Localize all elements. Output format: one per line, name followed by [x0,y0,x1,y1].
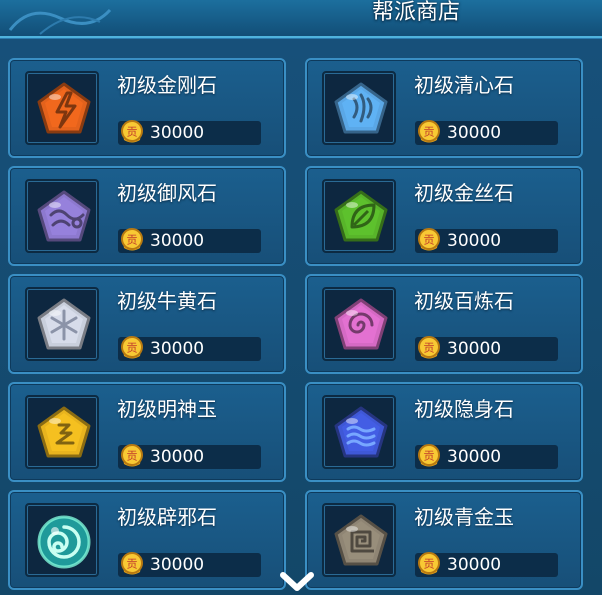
coin-symbol: 贡 [127,342,138,355]
shop-item-card[interactable]: 初级金丝石 贡 30000 [305,166,583,266]
shop-item-card[interactable]: 初级青金玉 贡 30000 [305,490,583,590]
item-price: 30000 [447,123,502,143]
item-icon-frame[interactable] [25,179,99,253]
contribution-coin-icon: 贡 [415,118,443,146]
coin-symbol: 贡 [127,450,138,463]
item-name: 初级牛黄石 [117,289,217,313]
item-grid: 初级金刚石 贡 30000 初级清心石 贡 30000 初级御风石 贡 3000… [0,0,602,594]
item-price: 30000 [150,231,205,251]
item-name: 初级金丝石 [414,181,514,205]
item-price: 30000 [447,231,502,251]
item-price: 30000 [150,123,205,143]
item-name: 初级青金玉 [414,505,514,529]
contribution-coin-icon: 贡 [118,442,146,470]
coin-symbol: 贡 [424,342,435,355]
contribution-coin-icon: 贡 [118,118,146,146]
shop-item-card[interactable]: 初级隐身石 贡 30000 [305,382,583,482]
coin-symbol: 贡 [424,126,435,139]
shop-item-card[interactable]: 初级辟邪石 贡 30000 [8,490,286,590]
item-icon-frame[interactable] [25,71,99,145]
shop-item-card[interactable]: 初级牛黄石 贡 30000 [8,274,286,374]
contribution-coin-icon: 贡 [118,550,146,578]
item-price: 30000 [447,555,502,575]
item-icon-frame[interactable] [25,503,99,577]
coin-symbol: 贡 [127,558,138,571]
item-name: 初级辟邪石 [117,505,217,529]
item-icon-frame[interactable] [25,395,99,469]
item-icon-frame[interactable] [322,395,396,469]
item-name: 初级清心石 [414,73,514,97]
scroll-down-arrow-icon[interactable] [279,571,315,594]
contribution-coin-icon: 贡 [415,226,443,254]
contribution-coin-icon: 贡 [415,442,443,470]
item-price: 30000 [150,555,205,575]
item-name: 初级金刚石 [117,73,217,97]
item-name: 初级御风石 [117,181,217,205]
item-icon-frame[interactable] [322,287,396,361]
item-price: 30000 [447,339,502,359]
contribution-coin-icon: 贡 [118,226,146,254]
coin-symbol: 贡 [424,558,435,571]
shop-item-card[interactable]: 初级百炼石 贡 30000 [305,274,583,374]
item-icon-frame[interactable] [25,287,99,361]
shop-item-card[interactable]: 初级御风石 贡 30000 [8,166,286,266]
item-name: 初级隐身石 [414,397,514,421]
coin-symbol: 贡 [424,450,435,463]
shop-item-card[interactable]: 初级明神玉 贡 30000 [8,382,286,482]
item-name: 初级明神玉 [117,397,217,421]
item-price: 30000 [150,339,205,359]
item-icon-frame[interactable] [322,179,396,253]
item-icon-frame[interactable] [322,503,396,577]
item-price: 30000 [447,447,502,467]
coin-symbol: 贡 [127,126,138,139]
shop-item-card[interactable]: 初级金刚石 贡 30000 [8,58,286,158]
contribution-coin-icon: 贡 [118,334,146,362]
contribution-coin-icon: 贡 [415,550,443,578]
coin-symbol: 贡 [424,234,435,247]
contribution-coin-icon: 贡 [415,334,443,362]
item-price: 30000 [150,447,205,467]
shop-item-card[interactable]: 初级清心石 贡 30000 [305,58,583,158]
item-name: 初级百炼石 [414,289,514,313]
item-icon-frame[interactable] [322,71,396,145]
coin-symbol: 贡 [127,234,138,247]
